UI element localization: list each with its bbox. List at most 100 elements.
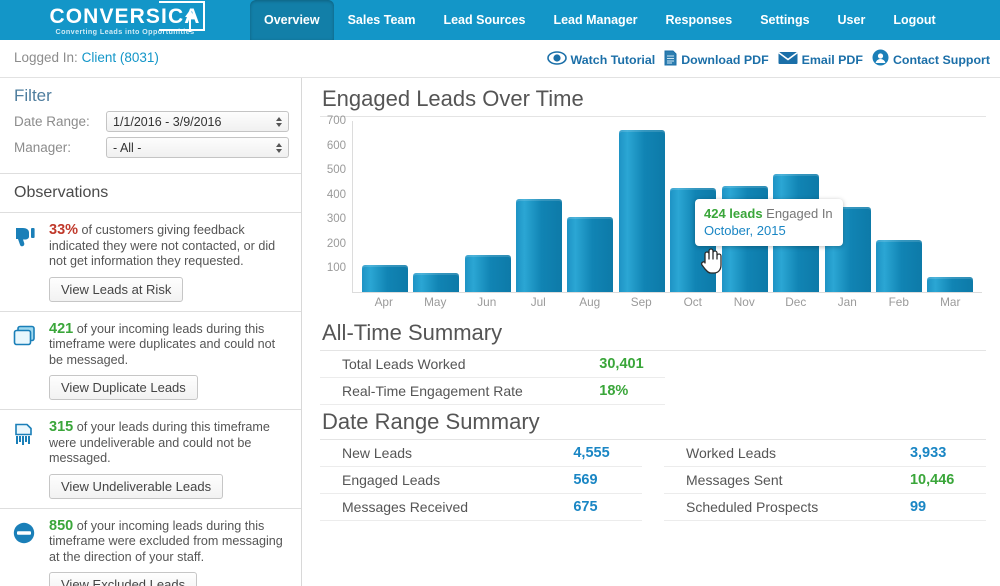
table-row: Messages Sent 10,446 [664, 466, 986, 494]
date-range-summary-title: Date Range Summary [322, 409, 540, 434]
x-axis-label: Apr [374, 295, 393, 309]
bar-column [513, 121, 564, 292]
date-range-left-table: New Leads 4,555 Engaged Leads 569 Messag… [320, 440, 642, 521]
email-pdf-label: Email PDF [801, 53, 863, 67]
nav-item-responses[interactable]: Responses [652, 0, 747, 40]
nav-item-lead-manager[interactable]: Lead Manager [539, 0, 651, 40]
chart-bar[interactable] [464, 254, 511, 292]
chart-bar[interactable] [618, 129, 665, 292]
document-icon [664, 50, 677, 71]
date-range-select[interactable]: 1/1/2016 - 3/9/2016 [106, 111, 289, 132]
row-label: Total Leads Worked [320, 351, 596, 378]
chart-bar[interactable] [413, 272, 460, 292]
bar-column [925, 121, 976, 292]
contact-support-link[interactable]: Contact Support [872, 49, 990, 71]
y-axis-tick: 500 [326, 164, 346, 177]
observation-item: 850 of your incoming leads during this t… [0, 509, 301, 586]
manager-value: - All - [113, 141, 142, 155]
table-row: Real-Time Engagement Rate 18% [320, 377, 665, 405]
table-row: Scheduled Prospects 99 [664, 493, 986, 521]
nav-item-overview[interactable]: Overview [250, 0, 334, 40]
date-range-row: Date Range: 1/1/2016 - 3/9/2016 [14, 111, 289, 132]
conversica-dashboard: CONVERSICA Converting Leads into Opportu… [0, 0, 1000, 586]
observation-description: of your incoming leads during this timef… [49, 518, 283, 564]
x-axis-label: Nov [733, 295, 755, 309]
observation-description: of your leads during this timeframe were… [49, 420, 270, 465]
row-value: 4,555 [569, 440, 642, 467]
quick-links: Watch Tutorial Download PDF Email PDF Co… [543, 49, 990, 71]
email-pdf-link[interactable]: Email PDF [777, 51, 863, 70]
y-axis-tick: 400 [326, 188, 346, 201]
view-duplicate-leads-button[interactable]: View Duplicate Leads [49, 375, 198, 400]
manager-select[interactable]: - All - [106, 137, 289, 158]
chart-bar[interactable] [515, 198, 562, 292]
view-excluded-leads-button[interactable]: View Excluded Leads [49, 572, 198, 586]
all-time-summary-section: All-Time Summary Total Leads Worked 30,4… [320, 318, 986, 405]
download-pdf-link[interactable]: Download PDF [664, 50, 769, 71]
stepper-icon[interactable] [272, 114, 285, 129]
view-undeliverable-leads-button[interactable]: View Undeliverable Leads [49, 473, 224, 499]
tooltip-value: 424 leads [704, 206, 763, 221]
chart-bar[interactable] [927, 276, 974, 292]
nav-item-logout[interactable]: Logout [879, 0, 949, 40]
support-headset-icon [872, 49, 889, 71]
date-range-value: 1/1/2016 - 3/9/2016 [113, 115, 222, 129]
contact-support-label: Contact Support [892, 53, 990, 67]
observation-item: 33% of customers giving feedback indicat… [0, 213, 301, 312]
no-entry-icon [12, 519, 42, 586]
table-row: New Leads 4,555 [320, 440, 642, 467]
watch-tutorial-link[interactable]: Watch Tutorial [546, 50, 656, 70]
watch-tutorial-label: Watch Tutorial [570, 53, 656, 67]
logged-in-client[interactable]: Client (8031) [82, 50, 159, 65]
row-label: Real-Time Engagement Rate [320, 377, 596, 405]
x-axis-label: Jun [477, 295, 497, 309]
tooltip-date: October, 2015 [704, 223, 786, 238]
observation-text: 850 of your incoming leads during this t… [49, 517, 289, 566]
page-body: Filter Date Range: 1/1/2016 - 3/9/2016 M… [0, 78, 1000, 586]
manager-label: Manager: [14, 140, 72, 155]
date-range-right-table: Worked Leads 3,933 Messages Sent 10,446 … [664, 440, 986, 521]
logo-arrow-icon [182, 8, 198, 37]
nav-item-user[interactable]: User [824, 0, 880, 40]
chart-bar[interactable] [875, 239, 922, 292]
bar-column [873, 121, 924, 292]
nav-item-settings[interactable]: Settings [746, 0, 823, 40]
observations-title: Observations [0, 174, 301, 213]
observation-description: of customers giving feedback indicated t… [49, 223, 276, 268]
date-range-label: Date Range: [14, 114, 90, 129]
engaged-leads-chart: 100 200 300 400 500 600 700 Apr May Jun Jul Aug Sep… [320, 115, 986, 316]
top-navigation-bar: CONVERSICA Converting Leads into Opportu… [0, 0, 1000, 40]
chart-bar[interactable] [361, 264, 408, 292]
table-row: Engaged Leads 569 [320, 466, 642, 494]
filter-panel: Filter Date Range: 1/1/2016 - 3/9/2016 M… [0, 78, 301, 174]
observation-number: 315 [49, 419, 74, 435]
row-label: Messages Received [320, 493, 570, 521]
conversica-logo[interactable]: CONVERSICA Converting Leads into Opportu… [0, 0, 250, 40]
chart-bar[interactable] [567, 216, 614, 292]
x-axis-label: Oct [683, 295, 702, 309]
stepper-icon[interactable] [272, 140, 285, 155]
observation-item: 315 of your leads during this timeframe … [0, 410, 301, 509]
x-axis-label: Sep [630, 295, 652, 309]
x-axis-label: May [424, 295, 447, 309]
table-row: Worked Leads 3,933 [664, 440, 986, 467]
nav-item-sales-team[interactable]: Sales Team [334, 0, 430, 40]
view-leads-at-risk-button[interactable]: View Leads at Risk [49, 276, 184, 302]
manager-row: Manager: - All - [14, 137, 289, 158]
nav-item-lead-sources[interactable]: Lead Sources [429, 0, 539, 40]
envelope-icon [777, 51, 798, 70]
logged-in-label: Logged In: [14, 50, 78, 65]
main-content: Engaged Leads Over Time 100 200 300 400 500 6… [302, 78, 1000, 586]
eye-icon [546, 50, 567, 70]
x-axis-label: Feb [888, 295, 909, 309]
y-axis-tick: 700 [326, 115, 346, 127]
bar-column [565, 121, 616, 292]
observation-number: 33% [49, 222, 79, 238]
sub-header: Logged In: Client (8031) Watch Tutorial [0, 40, 1000, 78]
tooltip-middle-text: Engaged In [762, 206, 833, 221]
y-axis-tick: 100 [326, 262, 346, 275]
observation-number: 850 [49, 517, 74, 534]
chart-title: Engaged Leads Over Time [322, 86, 584, 111]
chart-y-axis: 100 200 300 400 500 600 700 [320, 115, 350, 293]
duplicate-pages-icon [12, 322, 42, 401]
